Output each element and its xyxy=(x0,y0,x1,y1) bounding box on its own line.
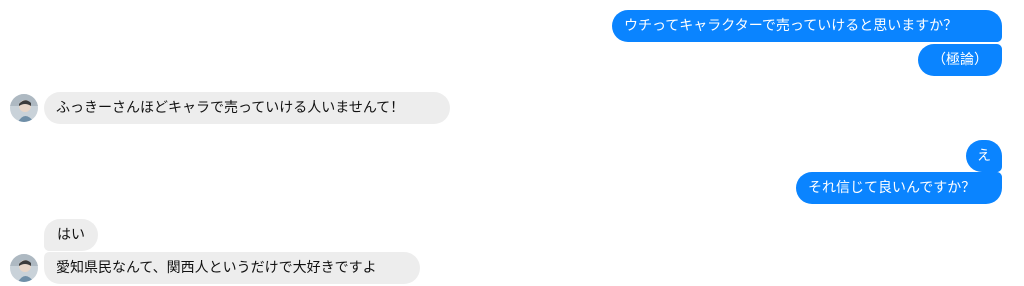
message-bubble-sent[interactable]: それ信じて良いんですか？ xyxy=(796,172,1002,204)
message-bubble-sent[interactable]: え xyxy=(966,140,1002,172)
message-bubble-sent[interactable]: （極論） xyxy=(918,44,1002,76)
message-bubble-received[interactable]: 愛知県民なんて、関西人というだけで大好きですよ xyxy=(44,252,420,284)
message-bubble-received[interactable]: ふっきーさんほどキャラで売っていける人いませんて！ xyxy=(44,92,450,124)
user-avatar-icon xyxy=(10,254,38,282)
message-bubble-received[interactable]: はい xyxy=(44,219,98,251)
message-bubble-sent[interactable]: ウチってキャラクターで売っていけると思いますか？ xyxy=(612,10,1002,42)
chat-thread: ウチってキャラクターで売っていけると思いますか？ （極論） ふっきーさんほどキャ… xyxy=(0,0,1024,286)
user-avatar-icon xyxy=(10,94,38,122)
avatar[interactable] xyxy=(10,94,38,122)
avatar[interactable] xyxy=(10,254,38,282)
